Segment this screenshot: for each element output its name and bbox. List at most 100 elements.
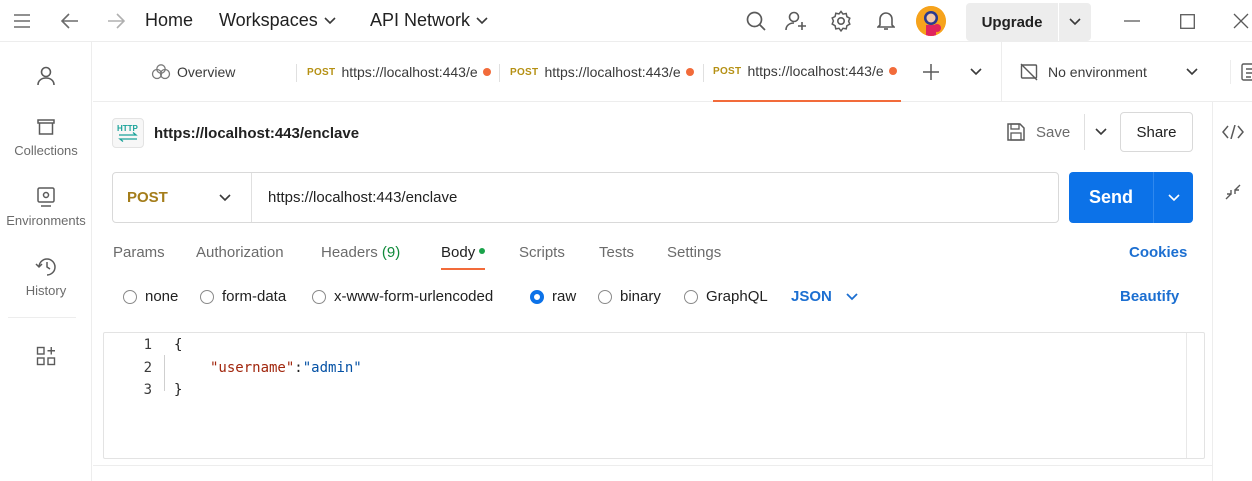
tab-overview-label: Overview bbox=[177, 64, 236, 80]
cookies-link[interactable]: Cookies bbox=[1129, 244, 1187, 261]
radio-label: x-www-form-urlencoded bbox=[334, 288, 494, 305]
tab-divider bbox=[499, 64, 500, 82]
editor-scrollbar[interactable] bbox=[1186, 333, 1204, 458]
hamburger-menu-icon[interactable] bbox=[10, 9, 34, 33]
send-options-chevron-icon[interactable] bbox=[1154, 193, 1193, 202]
response-pane-divider[interactable] bbox=[93, 465, 1212, 466]
indent-guide bbox=[164, 355, 165, 391]
chevron-down-icon bbox=[219, 193, 231, 201]
radio-raw-selected[interactable] bbox=[530, 289, 544, 304]
radio-form-data[interactable] bbox=[200, 289, 214, 304]
radio-label: GraphQL bbox=[706, 288, 768, 305]
upgrade-dropdown-chevron-icon[interactable] bbox=[1059, 18, 1091, 26]
headers-count: (9) bbox=[381, 244, 401, 261]
history-icon bbox=[35, 255, 57, 279]
tabs-overflow-chevron-icon[interactable] bbox=[964, 60, 988, 84]
share-button[interactable]: Share bbox=[1120, 112, 1193, 152]
user-icon bbox=[37, 64, 55, 88]
unsaved-changes-dot bbox=[483, 68, 492, 76]
close-window-icon[interactable] bbox=[1229, 9, 1252, 33]
collapse-pane-icon[interactable] bbox=[1221, 180, 1245, 204]
tab-method-badge: POST bbox=[307, 66, 336, 78]
svg-text:HTTP: HTTP bbox=[117, 124, 139, 133]
request-tabs-bar: Overview POST https://localhost:443/encl… bbox=[93, 42, 1252, 102]
tab-body-label: Body bbox=[441, 244, 476, 261]
home-link[interactable]: Home bbox=[145, 10, 193, 31]
radio-binary[interactable] bbox=[598, 289, 612, 304]
tab-headers-label: Headers bbox=[321, 244, 378, 261]
chevron-down-icon bbox=[324, 16, 336, 24]
search-icon[interactable] bbox=[744, 9, 768, 33]
workspaces-label: Workspaces bbox=[219, 10, 318, 30]
raw-format-select[interactable]: JSON bbox=[791, 288, 858, 305]
overview-icon bbox=[151, 64, 171, 80]
radio-graphql[interactable] bbox=[684, 289, 698, 304]
http-method-select[interactable]: POST bbox=[113, 173, 252, 222]
tab-headers[interactable]: Headers (9) bbox=[321, 244, 400, 261]
top-bar: Home Workspaces API Network Upgrade bbox=[0, 0, 1252, 42]
chevron-down-icon bbox=[1186, 68, 1198, 76]
collections-icon bbox=[36, 115, 56, 139]
body-code-editor[interactable]: 1 2 3 { "username":"admin" } bbox=[103, 332, 1205, 459]
request-url-input[interactable] bbox=[252, 189, 1058, 206]
tab-scripts[interactable]: Scripts bbox=[519, 244, 565, 261]
beautify-link[interactable]: Beautify bbox=[1120, 288, 1179, 305]
tab-params[interactable]: Params bbox=[113, 244, 165, 261]
settings-gear-icon[interactable] bbox=[829, 9, 853, 33]
tab-request-3-active[interactable]: POST https://localhost:443/enclave bbox=[713, 42, 902, 102]
notifications-bell-icon[interactable] bbox=[874, 9, 898, 33]
unsaved-changes-dot bbox=[686, 68, 695, 76]
body-type-raw[interactable]: raw bbox=[530, 288, 576, 305]
sidebar-item-configure-workbench[interactable] bbox=[0, 344, 92, 372]
code-line: { bbox=[174, 337, 183, 353]
invite-user-icon[interactable] bbox=[784, 9, 808, 33]
back-arrow-icon[interactable] bbox=[58, 9, 82, 33]
save-button[interactable]: Save bbox=[1036, 124, 1070, 141]
body-type-binary[interactable]: binary bbox=[598, 288, 661, 305]
sidebar-item-account[interactable] bbox=[0, 64, 92, 92]
send-button[interactable]: Send bbox=[1069, 187, 1153, 208]
tab-settings[interactable]: Settings bbox=[667, 244, 721, 261]
radio-none[interactable] bbox=[123, 289, 137, 304]
request-name[interactable]: https://localhost:443/enclave bbox=[154, 125, 359, 142]
upgrade-button[interactable]: Upgrade bbox=[966, 14, 1058, 31]
body-type-urlencoded[interactable]: x-www-form-urlencoded bbox=[312, 288, 493, 305]
chevron-down-icon bbox=[476, 16, 488, 24]
tab-method-badge: POST bbox=[510, 66, 539, 78]
new-tab-plus-icon[interactable] bbox=[919, 60, 943, 84]
tab-overview[interactable]: Overview bbox=[151, 42, 235, 102]
workspaces-menu[interactable]: Workspaces bbox=[219, 10, 336, 31]
forward-arrow-icon[interactable] bbox=[104, 9, 128, 33]
tab-request-2[interactable]: POST https://localhost:443/enclave bbox=[510, 42, 695, 102]
api-network-menu[interactable]: API Network bbox=[370, 10, 488, 31]
tab-body[interactable]: Body bbox=[441, 244, 486, 270]
tab-request-1[interactable]: POST https://localhost:443/enclave bbox=[307, 42, 492, 102]
environment-quick-look-icon[interactable] bbox=[1230, 60, 1252, 84]
tab-tests[interactable]: Tests bbox=[599, 244, 634, 261]
sidebar-item-label: History bbox=[25, 283, 67, 298]
tab-method-badge: POST bbox=[713, 65, 742, 77]
minimize-window-icon[interactable] bbox=[1120, 9, 1144, 33]
sidebar-item-history[interactable]: History bbox=[0, 255, 92, 298]
no-environment-icon bbox=[1020, 63, 1038, 81]
save-options-chevron-icon[interactable] bbox=[1095, 128, 1107, 136]
radio-urlencoded[interactable] bbox=[312, 289, 326, 304]
tab-authorization[interactable]: Authorization bbox=[196, 244, 284, 261]
save-button-group: Save bbox=[1006, 114, 1107, 150]
line-number: 1 bbox=[143, 337, 152, 353]
body-type-form-data[interactable]: form-data bbox=[200, 288, 286, 305]
maximize-window-icon[interactable] bbox=[1175, 9, 1199, 33]
send-button-group: Send bbox=[1069, 172, 1193, 223]
body-type-none[interactable]: none bbox=[123, 288, 178, 305]
radio-label: binary bbox=[620, 288, 661, 305]
chevron-down-icon bbox=[846, 292, 858, 300]
sidebar-divider bbox=[8, 317, 76, 318]
sidebar-item-label: Environments bbox=[6, 213, 86, 228]
user-avatar[interactable] bbox=[916, 6, 946, 36]
body-type-graphql[interactable]: GraphQL bbox=[684, 288, 768, 305]
tab-divider bbox=[296, 64, 297, 82]
sidebar-item-environments[interactable]: Environments bbox=[0, 185, 92, 228]
environment-selector[interactable]: No environment bbox=[1001, 42, 1211, 102]
sidebar-item-collections[interactable]: Collections bbox=[0, 115, 92, 158]
code-snippet-icon[interactable] bbox=[1221, 120, 1245, 144]
